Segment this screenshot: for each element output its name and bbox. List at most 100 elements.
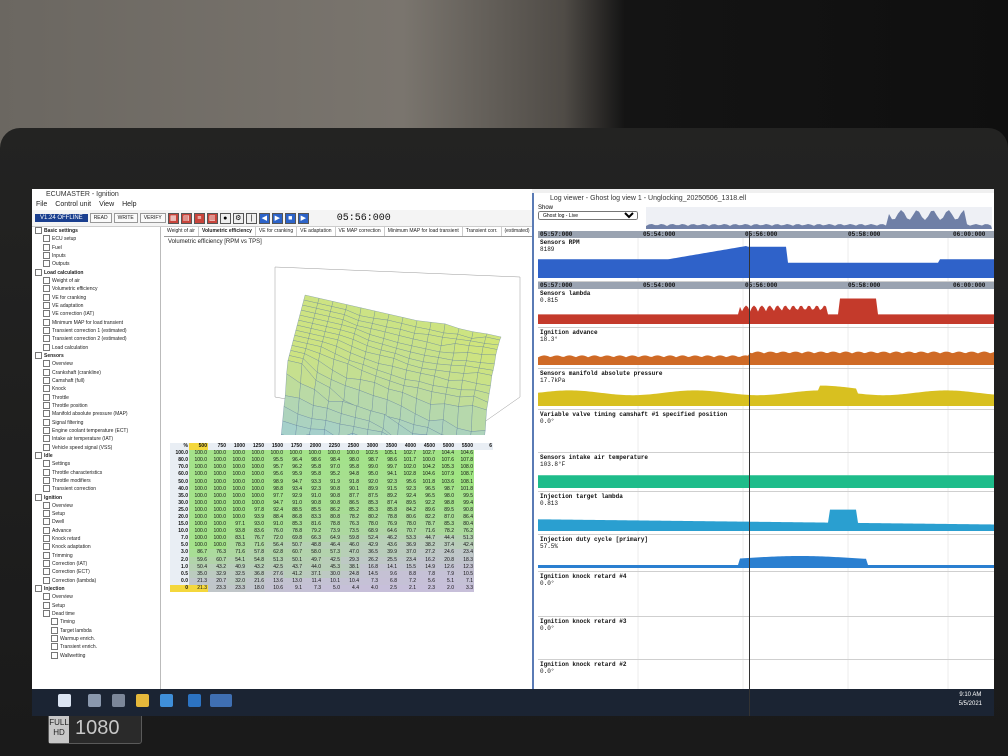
tree-item[interactable]: Overview [32, 593, 160, 601]
table-cell[interactable]: 100.0 [208, 542, 227, 550]
table-cell[interactable]: 85.2 [341, 506, 360, 514]
table-cell[interactable]: 102.7 [398, 450, 417, 458]
table-cell[interactable]: 37.4 [436, 542, 455, 550]
table-cell[interactable]: 51.3 [265, 556, 284, 564]
table-cell[interactable]: 14.1 [379, 563, 398, 571]
table-cell[interactable]: 71.6 [227, 549, 246, 557]
table-cell[interactable]: 7.2 [398, 577, 417, 585]
table-cell[interactable]: 45.3 [322, 563, 341, 571]
table-cell[interactable]: 100.0 [322, 450, 341, 458]
table-cell[interactable]: 85.3 [436, 521, 455, 529]
tree-item[interactable]: Inputs [32, 251, 160, 260]
table-cell[interactable]: 91.0 [303, 492, 322, 500]
log-track[interactable]: 05:57:000 05:54:000 05:56:000 05:58:000 06:0… [538, 231, 994, 282]
tree-item[interactable]: Throttle characteristics [32, 468, 160, 477]
table-cell[interactable]: 89.5 [436, 506, 455, 514]
table-cell[interactable]: 24.8 [341, 570, 360, 578]
table-cell[interactable]: 11.4 [303, 577, 322, 585]
table-cell[interactable]: 100.0 [227, 499, 246, 507]
menu-item-view[interactable]: View [99, 201, 114, 208]
table-cell[interactable]: 100.0 [189, 485, 208, 493]
tab-4[interactable]: VE MAP correction [336, 227, 385, 236]
table-cell[interactable]: 104.2 [417, 464, 436, 472]
table-cell[interactable]: 23.3 [208, 584, 227, 592]
table-cell[interactable]: 100.0 [341, 450, 360, 458]
table-cell[interactable]: 16.2 [417, 556, 436, 564]
table-cell[interactable]: 12.3 [455, 563, 474, 571]
table-cell[interactable]: 100.0 [246, 464, 265, 472]
tree-item[interactable]: Timing [32, 618, 160, 626]
log-track[interactable]: Ignition knock retard #4 0.0° [538, 572, 994, 617]
table-cell[interactable]: 4.4 [341, 584, 360, 592]
tree-item[interactable]: Correction (lambda) [32, 576, 160, 585]
table-cell[interactable]: 80.8 [322, 513, 341, 522]
table-cell[interactable]: 100.0 [208, 521, 227, 529]
table-cell[interactable]: 100.0 [227, 506, 246, 514]
table-cell[interactable]: 100.0 [284, 450, 303, 458]
table-cell[interactable]: 108.0 [455, 464, 474, 472]
table-cell[interactable]: 37.1 [303, 570, 322, 578]
table-cell[interactable]: 32.0 [227, 577, 246, 585]
tree-item[interactable]: Ignition [32, 493, 160, 502]
tab-1[interactable]: Volumetric efficiency [198, 227, 256, 236]
table-cell[interactable]: 39.9 [379, 549, 398, 557]
table-cell[interactable]: 21.3 [189, 584, 208, 592]
table-cell[interactable]: 57.8 [246, 549, 265, 557]
table-cell[interactable]: 97.0 [322, 464, 341, 472]
table-cell[interactable]: 24.6 [436, 549, 455, 557]
table-cell[interactable]: 78.8 [322, 521, 341, 529]
table-cell[interactable]: 6.8 [379, 577, 398, 585]
table-cell[interactable]: 59.6 [189, 556, 208, 564]
table-cell[interactable]: 90.8 [322, 499, 341, 507]
read-button[interactable]: READ [89, 213, 112, 223]
table-cell[interactable]: 98.6 [303, 457, 322, 465]
marker-icon[interactable]: | [245, 212, 257, 224]
table-cell[interactable]: 46.4 [322, 542, 341, 550]
table-icon[interactable]: ▦ [167, 212, 179, 224]
table-cell[interactable]: 95.9 [284, 471, 303, 479]
tree-item[interactable]: Setup [32, 601, 160, 610]
table-cell[interactable]: 105.3 [436, 464, 455, 472]
log-overview[interactable] [646, 207, 992, 229]
table-cell[interactable]: 100.0 [189, 535, 208, 543]
table-cell[interactable]: 87.4 [379, 499, 398, 507]
table-cell[interactable]: 97.8 [246, 506, 265, 514]
table-cell[interactable]: 78.8 [284, 528, 303, 536]
folder-icon[interactable] [136, 694, 149, 707]
table-cell[interactable]: 104.6 [417, 471, 436, 479]
settings-icon[interactable]: ⚙ [232, 212, 244, 224]
table-cell[interactable]: 95.0 [360, 471, 379, 479]
table-cell[interactable]: 42.4 [455, 542, 474, 550]
tree-item[interactable]: Sensors [32, 351, 160, 360]
table-cell[interactable]: 100.0 [208, 492, 227, 500]
table-cell[interactable]: 94.1 [379, 471, 398, 479]
table-cell[interactable]: 100.0 [189, 542, 208, 550]
tree-item[interactable]: Knock [32, 385, 160, 393]
table-cell[interactable]: 3.3 [455, 584, 474, 592]
table-cell[interactable]: 60.7 [208, 556, 227, 564]
table-cell[interactable]: 10.6 [265, 584, 284, 592]
tree-item[interactable]: Basic settings [32, 227, 160, 235]
table-cell[interactable]: 80.2 [360, 513, 379, 522]
table-cell[interactable]: 14.9 [417, 563, 436, 571]
table-cell[interactable]: 104.4 [436, 450, 455, 458]
table-cell[interactable]: 10.4 [341, 577, 360, 585]
table-cell[interactable]: 51.3 [455, 535, 474, 543]
table-cell[interactable]: 98.7 [436, 485, 455, 493]
table-cell[interactable]: 21.6 [246, 577, 265, 585]
table-cell[interactable]: 2.1 [398, 584, 417, 592]
table-cell[interactable]: 80.6 [398, 513, 417, 522]
table-cell[interactable]: 100.0 [227, 513, 246, 522]
table-cell[interactable]: 38.2 [417, 542, 436, 550]
table-cell[interactable]: 97.1 [227, 521, 246, 529]
tree-item[interactable]: Warmup enrich. [32, 635, 160, 643]
table-cell[interactable]: 100.0 [208, 506, 227, 514]
table-cell[interactable]: 70.7 [398, 528, 417, 536]
tab-5[interactable]: Minimum MAP for load transient [385, 227, 463, 236]
table-cell[interactable]: 56.4 [265, 542, 284, 550]
table-cell[interactable]: 83.1 [227, 535, 246, 543]
table-cell[interactable]: 101.8 [417, 478, 436, 486]
table-cell[interactable]: 100.0 [246, 478, 265, 486]
tree-item[interactable]: Setup [32, 510, 160, 518]
table-cell[interactable]: 107.6 [436, 457, 455, 465]
